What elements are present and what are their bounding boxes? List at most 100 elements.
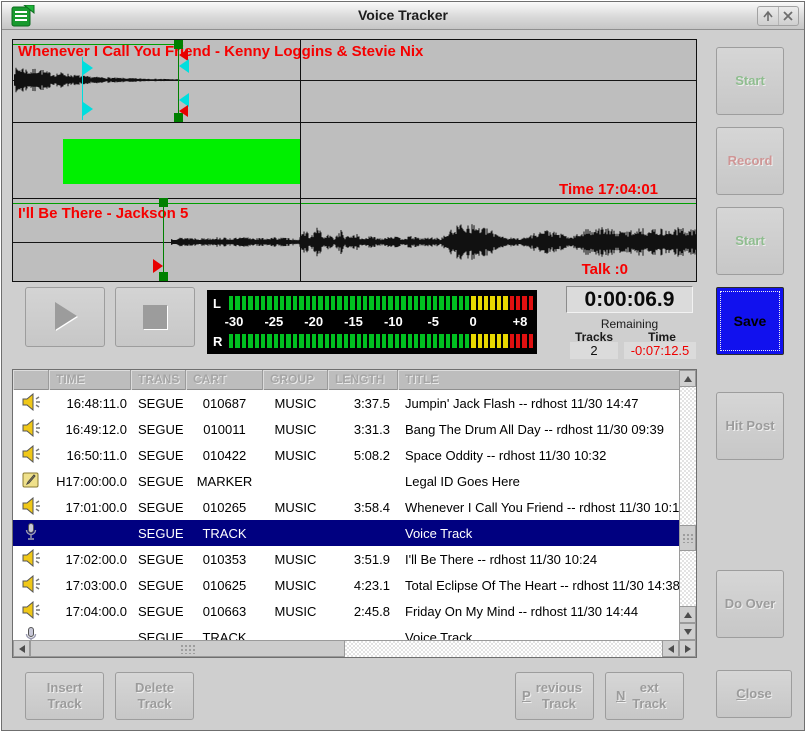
cell-length: 3:51.9 [328, 552, 398, 567]
lane-divider [13, 198, 696, 199]
cell-title: Friday On My Mind -- rdhost 11/30 14:44 [398, 604, 679, 619]
vertical-scrollbar[interactable] [679, 370, 696, 640]
log-row[interactable]: H17:00:00.0SEGUEMARKERLegal ID Goes Here [13, 468, 679, 494]
meter-scale-label: -10 [376, 314, 410, 329]
do-over-button[interactable]: Do Over [716, 570, 784, 638]
scroll-up-button-2[interactable] [679, 606, 696, 623]
vertical-scroll-thumb[interactable] [679, 525, 696, 551]
cell-time: 17:01:00.0 [49, 500, 131, 515]
remaining-label: Remaining [566, 317, 693, 331]
log-table: TIME TRANS CART GROUP LENGTH TITLE 16:48… [12, 369, 697, 658]
scroll-left-button[interactable] [13, 640, 30, 657]
previous-track-button[interactable]: Previous Track [515, 672, 594, 720]
save-button[interactable]: Save [716, 287, 784, 355]
start-button-2[interactable]: Start [716, 207, 784, 275]
hit-post-button[interactable]: Hit Post [716, 392, 784, 460]
cell-trans: SEGUE [131, 552, 186, 567]
play-icon [43, 297, 87, 337]
voice-track-editor[interactable]: Whenever I Call You Friend - Kenny Loggi… [12, 39, 697, 282]
cell-time: H17:00:00.0 [49, 474, 131, 489]
speaker-icon [13, 445, 49, 466]
horizontal-scrollbar[interactable] [13, 640, 696, 657]
meter-scale-label: -20 [297, 314, 331, 329]
play-button[interactable] [25, 287, 105, 347]
cell-group: MUSIC [263, 552, 328, 567]
cell-trans: SEGUE [131, 396, 186, 411]
fade-marker-handle[interactable] [83, 61, 93, 75]
cell-title: Whenever I Call You Friend -- rdhost 11/… [398, 500, 679, 515]
log-body: 16:48:11.0SEGUE010687MUSIC3:37.5Jumpin' … [13, 390, 679, 640]
cell-group: MUSIC [263, 422, 328, 437]
scroll-down-button[interactable] [679, 623, 696, 640]
close-window-button[interactable] [778, 7, 799, 25]
cell-trans: SEGUE [131, 474, 186, 489]
cell-trans: SEGUE [131, 526, 186, 541]
segue-marker[interactable] [179, 105, 188, 117]
segue-start-marker[interactable] [153, 259, 163, 273]
log-row[interactable]: 17:01:00.0SEGUE010265MUSIC3:58.4Whenever… [13, 494, 679, 520]
speaker-icon [13, 497, 49, 518]
log-row[interactable]: 17:03:00.0SEGUE010625MUSIC4:23.1Total Ec… [13, 572, 679, 598]
track2-start-line[interactable] [163, 198, 164, 281]
cell-time: 17:03:00.0 [49, 578, 131, 593]
column-header-icon[interactable] [13, 370, 49, 390]
stop-icon [135, 297, 175, 337]
meter-right-bar [229, 334, 533, 348]
remaining-time-value: -0:07:12.5 [624, 342, 696, 359]
meter-scale-label: -15 [337, 314, 371, 329]
start-button-1[interactable]: Start [716, 47, 784, 115]
horizontal-scroll-thumb[interactable] [30, 640, 345, 657]
cell-time: 16:49:12.0 [49, 422, 131, 437]
column-header-group[interactable]: GROUP [263, 370, 328, 390]
microphone-icon [13, 522, 49, 545]
cell-trans: SEGUE [131, 500, 186, 515]
cell-trans: SEGUE [131, 422, 186, 437]
playhead-divider [300, 40, 301, 281]
cell-cart: 010663 [186, 604, 263, 619]
log-row[interactable]: 16:48:11.0SEGUE010687MUSIC3:37.5Jumpin' … [13, 390, 679, 416]
cell-trans: SEGUE [131, 630, 186, 641]
track2-start-handle[interactable] [159, 272, 168, 281]
meter-left-bar [229, 296, 533, 310]
track-start-handle[interactable] [174, 40, 183, 49]
meter-left-label: L [213, 296, 229, 311]
log-row[interactable]: 16:49:12.0SEGUE010011MUSIC3:31.3Bang The… [13, 416, 679, 442]
insert-track-button[interactable]: Insert Track [25, 672, 104, 720]
voice-track-region[interactable] [63, 139, 300, 184]
scroll-up-button[interactable] [679, 370, 696, 387]
shade-button[interactable] [758, 7, 778, 25]
cell-time: 16:50:11.0 [49, 448, 131, 463]
column-header-length[interactable]: LENGTH [328, 370, 398, 390]
next-track-button[interactable]: Next Track [605, 672, 684, 720]
cell-trans: SEGUE [131, 578, 186, 593]
cell-cart: 010265 [186, 500, 263, 515]
column-header-time[interactable]: TIME [49, 370, 131, 390]
microphone-icon [13, 626, 49, 641]
log-row[interactable]: 17:04:00.0SEGUE010663MUSIC2:45.8Friday O… [13, 598, 679, 624]
record-button[interactable]: Record [716, 127, 784, 195]
log-header: TIME TRANS CART GROUP LENGTH TITLE [13, 370, 679, 390]
track1-title: Whenever I Call You Friend - Kenny Loggi… [18, 43, 423, 60]
column-header-trans[interactable]: TRANS [131, 370, 186, 390]
scroll-left-button-2[interactable] [662, 640, 679, 657]
log-row[interactable]: SEGUETRACKVoice Track [13, 624, 679, 640]
cell-cart: MARKER [186, 474, 263, 489]
speaker-icon [13, 575, 49, 596]
cell-cart: 010353 [186, 552, 263, 567]
track2-start-handle[interactable] [159, 198, 168, 207]
column-header-title[interactable]: TITLE [398, 370, 679, 390]
scroll-right-button[interactable] [679, 640, 696, 657]
cell-time: 17:02:00.0 [49, 552, 131, 567]
close-button[interactable]: Close [716, 670, 792, 718]
fade-marker[interactable] [179, 59, 189, 73]
log-row[interactable]: 16:50:11.0SEGUE010422MUSIC5:08.2Space Od… [13, 442, 679, 468]
cell-title: Bang The Drum All Day -- rdhost 11/30 09… [398, 422, 679, 437]
column-header-cart[interactable]: CART [186, 370, 263, 390]
log-row-selected[interactable]: SEGUETRACKVoice Track [13, 520, 679, 546]
stop-button[interactable] [115, 287, 195, 347]
log-row[interactable]: 17:02:00.0SEGUE010353MUSIC3:51.9I'll Be … [13, 546, 679, 572]
fade-marker-handle[interactable] [83, 102, 93, 116]
delete-track-button[interactable]: Delete Track [115, 672, 194, 720]
meter-scale-label: +8 [503, 314, 537, 329]
speaker-icon [13, 601, 49, 622]
